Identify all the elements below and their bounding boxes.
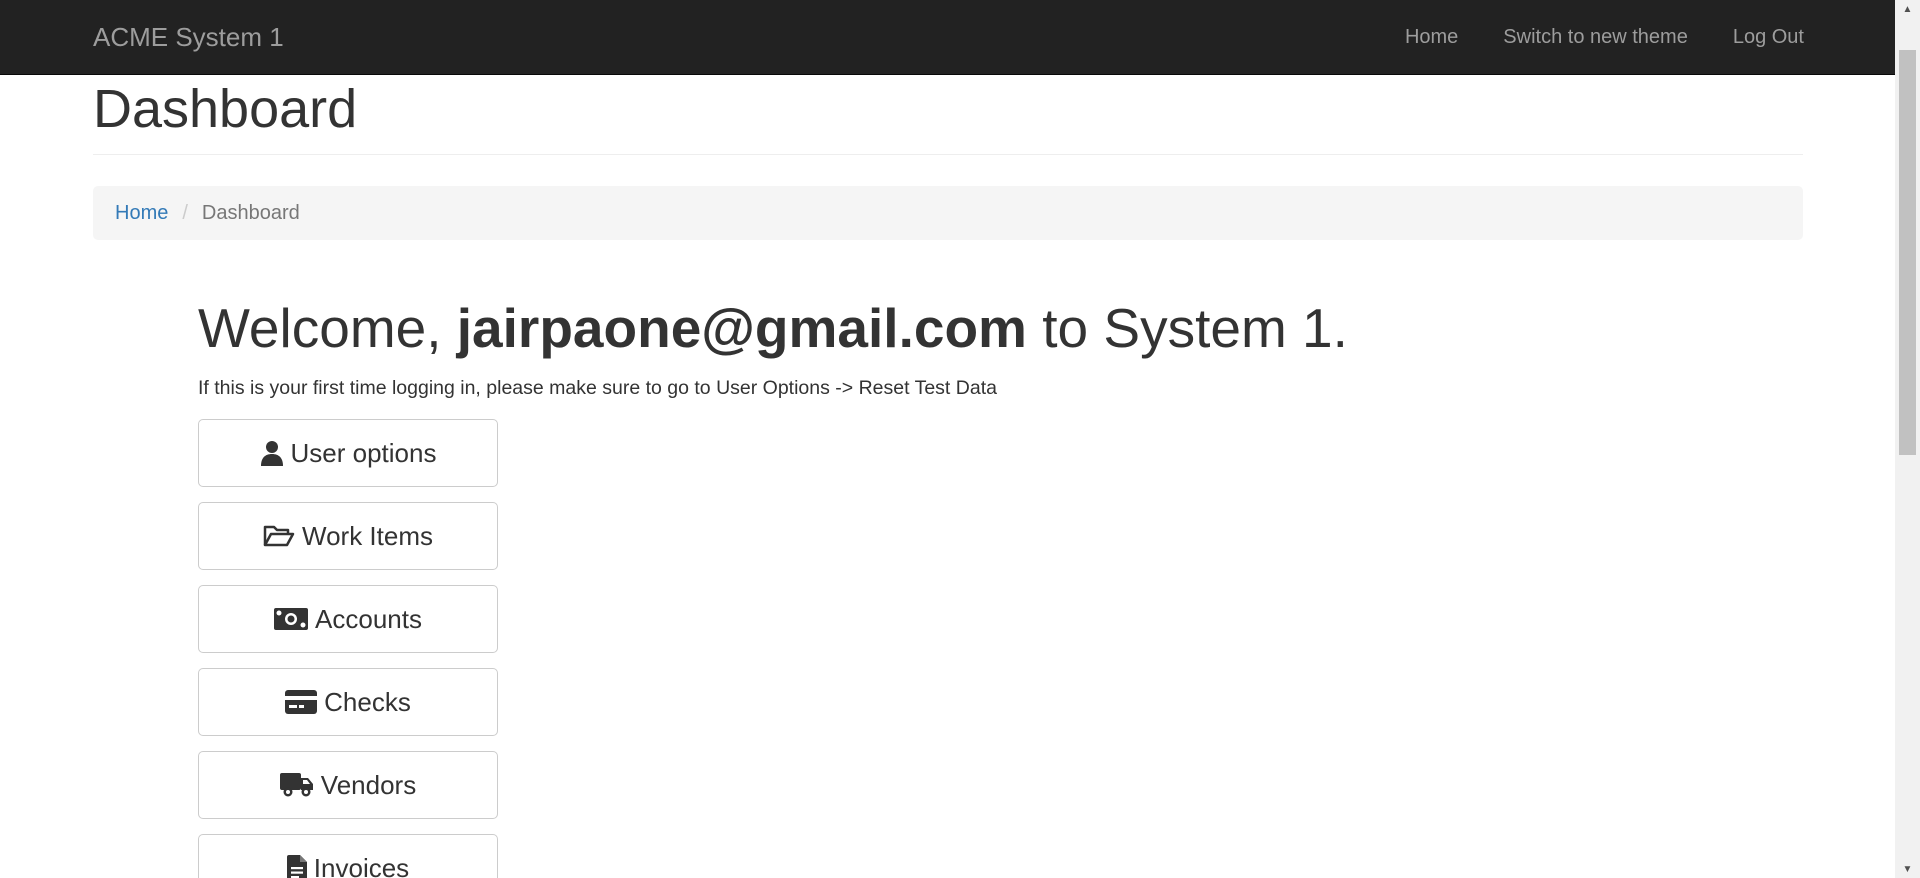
title-divider xyxy=(93,154,1803,155)
work-items-label: Work Items xyxy=(302,520,433,551)
scrollbar-thumb[interactable] xyxy=(1899,50,1916,455)
vendors-button[interactable]: Vendors xyxy=(198,751,498,819)
checks-label: Checks xyxy=(324,686,411,717)
scroll-up-arrow-icon[interactable]: ▲ xyxy=(1895,0,1920,18)
first-login-note: If this is your first time logging in, p… xyxy=(198,377,997,399)
user-options-label: User options xyxy=(290,437,437,468)
file-invoice-icon xyxy=(286,855,307,878)
money-bill-icon xyxy=(274,608,309,630)
welcome-prefix: Welcome, xyxy=(198,297,457,359)
user-options-button[interactable]: User options xyxy=(198,419,498,487)
checks-button[interactable]: Checks xyxy=(198,668,498,736)
nav-logout-link[interactable]: Log Out xyxy=(1733,26,1804,49)
truck-icon xyxy=(279,772,314,798)
breadcrumb-home-link[interactable]: Home xyxy=(115,202,168,225)
folder-open-icon xyxy=(263,524,295,548)
scroll-down-arrow-icon[interactable]: ▼ xyxy=(1895,860,1920,878)
nav-links: Home Switch to new theme Log Out xyxy=(1405,0,1804,75)
invoices-label: Invoices xyxy=(313,852,410,878)
nav-home-link[interactable]: Home xyxy=(1405,26,1458,49)
welcome-suffix: to System 1. xyxy=(1026,297,1348,359)
brand-link[interactable]: ACME System 1 xyxy=(93,22,284,53)
nav-switch-theme-link[interactable]: Switch to new theme xyxy=(1503,26,1688,49)
user-icon xyxy=(260,440,284,466)
credit-card-icon xyxy=(285,690,318,714)
accounts-button[interactable]: Accounts xyxy=(198,585,498,653)
work-items-button[interactable]: Work Items xyxy=(198,502,498,570)
welcome-user: jairpaone@gmail.com xyxy=(456,297,1027,359)
page-title: Dashboard xyxy=(93,79,358,139)
breadcrumb-separator: / xyxy=(182,201,188,224)
page: ACME System 1 Home Switch to new theme L… xyxy=(0,0,1920,878)
vertical-scrollbar[interactable]: ▲ ▼ xyxy=(1895,0,1920,878)
breadcrumb: Home / Dashboard xyxy=(93,186,1803,240)
invoices-button[interactable]: Invoices xyxy=(198,834,498,878)
vendors-label: Vendors xyxy=(320,769,417,800)
accounts-label: Accounts xyxy=(315,603,422,634)
breadcrumb-current: Dashboard xyxy=(201,201,300,224)
top-navbar: ACME System 1 Home Switch to new theme L… xyxy=(0,0,1895,75)
welcome-heading: Welcome, jairpaone@gmail.com to System 1… xyxy=(198,296,1348,360)
dashboard-menu: User options Work Items Accounts Checks … xyxy=(198,419,498,878)
